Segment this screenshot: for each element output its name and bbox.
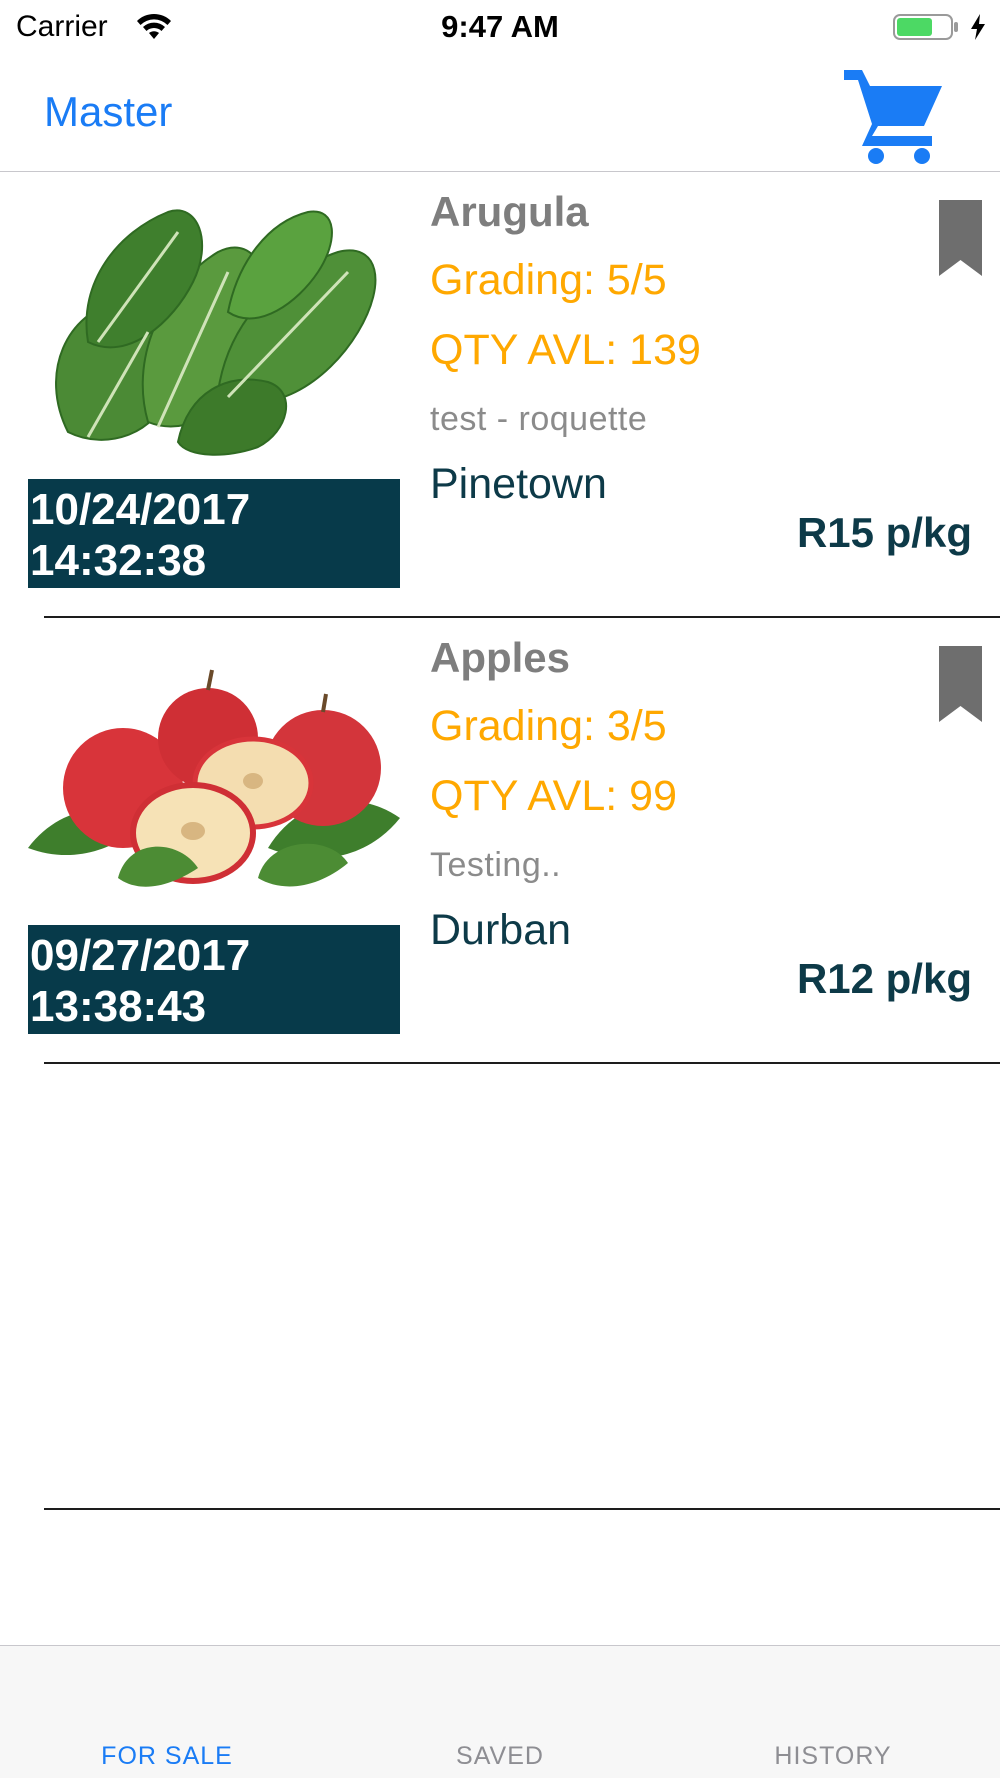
listing-timestamp: 09/27/2017 13:38:43 [28,925,400,1034]
status-time: 9:47 AM [441,9,559,44]
bookmark-icon[interactable] [939,200,982,276]
product-grading: Grading: 3/5 [430,702,667,750]
product-row-apples[interactable]: 09/27/2017 13:38:43 Apples Grading: 3/5 … [0,618,1000,1064]
listing-time: 14:32:38 [30,536,207,585]
product-list: 10/24/2017 14:32:38 Arugula Grading: 5/5… [0,172,1000,1510]
listing-timestamp: 10/24/2017 14:32:38 [28,479,400,588]
empty-row [0,1064,1000,1510]
product-quantity: QTY AVL: 139 [430,326,701,374]
listing-date: 10/24/2017 [30,485,251,534]
listing-date: 09/27/2017 [30,931,251,980]
product-quantity: QTY AVL: 99 [430,772,677,820]
product-description: Testing.. [430,846,562,884]
arugula-image [28,192,400,458]
product-location: Durban [430,906,572,954]
product-name: Apples [430,634,571,681]
product-name: Arugula [430,188,589,235]
product-description: test - roquette [430,400,648,438]
product-price: R12 p/kg [796,955,972,1002]
product-location: Pinetown [430,460,607,508]
cart-icon[interactable] [842,62,944,164]
navigation-bar: Master [0,56,1000,172]
apples-image [28,638,400,904]
product-price: R15 p/kg [796,509,972,556]
listing-time: 13:38:43 [30,982,207,1031]
tab-for-sale[interactable]: FOR SALE [0,1742,334,1771]
tab-history[interactable]: HISTORY [666,1742,1000,1771]
row-divider [44,1508,1000,1510]
charging-icon [971,14,985,40]
product-row-arugula[interactable]: 10/24/2017 14:32:38 Arugula Grading: 5/5… [0,172,1000,618]
status-bar: Carrier 9:47 AM [0,0,1000,56]
tab-saved[interactable]: SAVED [333,1742,667,1771]
battery-icon [893,14,958,40]
master-back-button[interactable]: Master [44,88,172,136]
tab-bar: FOR SALE SAVED HISTORY [0,1645,1000,1778]
bookmark-icon[interactable] [939,646,982,722]
product-grading: Grading: 5/5 [430,256,667,304]
